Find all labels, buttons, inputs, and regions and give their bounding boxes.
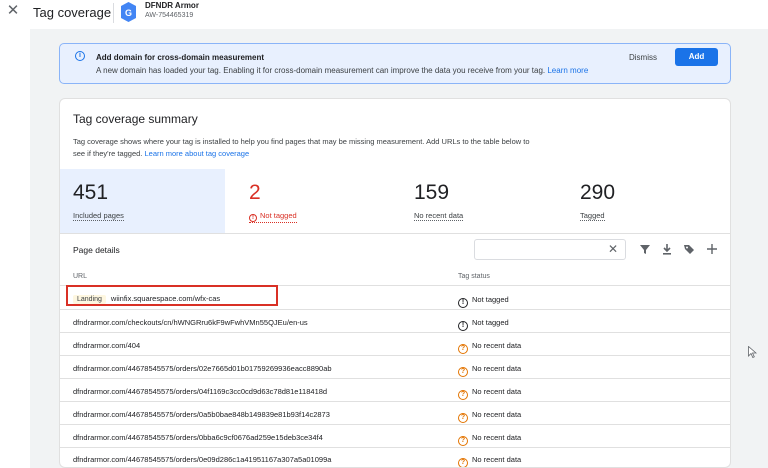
table-row-status: ? No recent data [458,364,521,377]
metric-label: Not tagged [260,211,297,220]
alert-circle-icon: ! [249,214,257,222]
divider [60,355,730,356]
top-bar: ✕ Tag coverage G DFNDR Armor AW-75446531… [0,0,768,28]
column-header-url[interactable]: URL [73,273,87,280]
help-circle-icon: ? [458,367,468,377]
status-text: No recent data [472,387,522,396]
help-circle-icon: ? [458,458,468,467]
banner-text: A new domain has loaded your tag. Enabli… [96,66,588,75]
status-text: No recent data [472,364,522,373]
clear-icon[interactable]: ✕ [608,242,618,256]
metric-label: Tagged [580,211,605,221]
metric-included-pages[interactable]: 451 Included pages [60,169,225,233]
table-row-status: ? No recent data [458,341,521,354]
table-row-url[interactable]: dfndrarmor.com/44678545575/orders/0e09d2… [73,455,331,464]
cross-domain-banner: i Add domain for cross-domain measuremen… [59,43,731,84]
add-domain-button[interactable]: Add [675,48,718,66]
tag-coverage-card: Tag coverage summary Tag coverage shows … [59,98,731,468]
status-text: Not tagged [472,295,509,304]
summary-desc-line2: see if they're tagged. [73,149,143,158]
divider [60,332,730,333]
dismiss-button[interactable]: Dismiss [629,53,657,62]
table-row-url[interactable]: dfndrarmor.com/404 [73,341,140,350]
page-details-title: Page details [73,245,120,255]
alert-circle-icon: ! [458,298,468,308]
mouse-cursor-icon [748,346,757,358]
table-row-status: ! Not tagged [458,318,509,331]
search-input[interactable]: ✕ [474,239,626,260]
svg-text:G: G [125,8,132,18]
status-text: Not tagged [472,318,509,327]
table-row-url[interactable]: dfndrarmor.com/checkouts/cn/hWNGRru6kF9w… [73,318,308,327]
banner-title: Add domain for cross-domain measurement [96,53,265,62]
banner-body: A new domain has loaded your tag. Enabli… [96,66,546,75]
status-text: No recent data [472,341,522,350]
metric-value: 290 [580,181,616,204]
plus-icon[interactable] [706,242,718,256]
account-id: AW-754465319 [145,12,194,19]
metric-value: 2 [249,181,261,204]
metric-value: 159 [414,181,450,204]
summary-desc-line1: Tag coverage shows where your tag is ins… [73,137,530,146]
close-icon[interactable]: ✕ [6,3,20,19]
table-row-status: ? No recent data [458,433,521,446]
status-text: No recent data [472,410,522,419]
page-title: Tag coverage [33,5,112,20]
table-row-status: ? No recent data [458,455,522,467]
tag-icon[interactable] [683,242,695,256]
metric-label-wrap: ! Not tagged [249,211,297,223]
column-header-tag-status[interactable]: Tag status [458,273,490,280]
divider [60,378,730,379]
table-row-url[interactable]: dfndrarmor.com/44678545575/orders/02e766… [73,364,332,373]
table-row-url[interactable]: dfndrarmor.com/44678545575/orders/0bba6c… [73,433,323,442]
google-tag-icon: G [121,2,136,22]
metric-label: No recent data [414,211,464,221]
table-row-status: ? No recent data [458,410,521,423]
divider [60,447,730,448]
table-row-url[interactable]: dfndrarmor.com/44678545575/orders/04f116… [73,387,327,396]
help-circle-icon: ? [458,344,468,354]
metric-no-recent-data[interactable]: 159 No recent data [401,169,551,233]
divider [60,401,730,402]
help-circle-icon: ? [458,436,468,446]
table-row-status: ! Not tagged [458,295,509,308]
download-icon[interactable] [661,242,673,256]
divider [60,233,730,234]
summary-title: Tag coverage summary [73,112,198,126]
help-circle-icon: ? [458,413,468,423]
table-row-status: ? No recent data [458,387,521,400]
info-icon: i [75,51,85,61]
status-text: No recent data [472,455,522,464]
alert-circle-icon: ! [458,321,468,331]
metric-value: 451 [73,181,109,204]
divider [60,424,730,425]
help-circle-icon: ? [458,390,468,400]
row-highlight-box [66,285,278,306]
summary-description: Tag coverage shows where your tag is ins… [73,136,593,160]
metric-label: Included pages [73,211,124,221]
learn-more-tag-coverage-link[interactable]: Learn more about tag coverage [145,149,250,158]
divider [113,3,114,23]
learn-more-link[interactable]: Learn more [547,66,588,75]
table-row-url[interactable]: dfndrarmor.com/44678545575/orders/0a5b0b… [73,410,330,419]
account-name: DFNDR Armor [145,1,199,10]
divider [60,309,730,310]
filter-icon[interactable] [639,242,651,256]
metric-tagged[interactable]: 290 Tagged [567,169,717,233]
metric-not-tagged[interactable]: 2 ! Not tagged [236,169,386,233]
status-text: No recent data [472,433,522,442]
